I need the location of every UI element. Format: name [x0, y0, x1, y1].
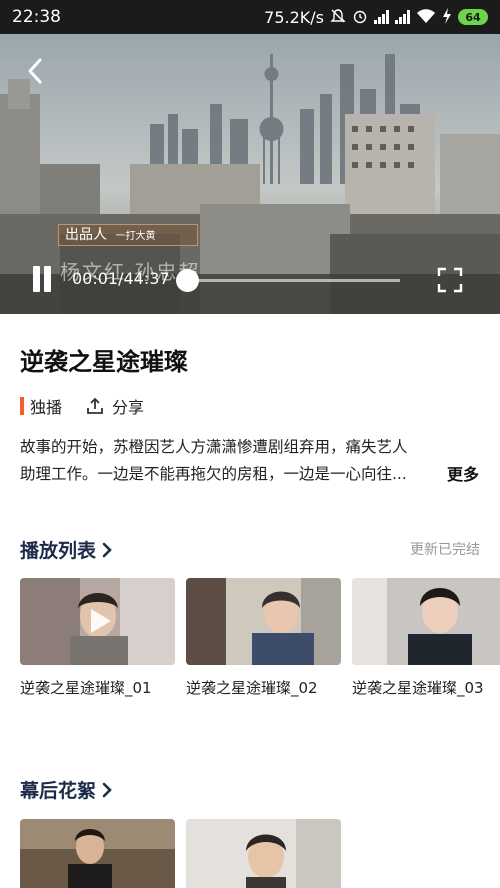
playlist-item[interactable]: 逆袭之星途璀璨_01 [20, 578, 175, 698]
video-caption-small: 一打大黄 [115, 231, 156, 242]
exclusive-tag: 独播 [30, 398, 63, 417]
back-button[interactable] [20, 56, 50, 86]
playlist-row: 逆袭之星途璀璨_01 逆袭之星途璀璨_02 逆袭之星途璀璨_03 [20, 578, 500, 698]
behind-scenes-item[interactable] [186, 819, 341, 888]
playlist-heading[interactable]: 播放列表 [20, 536, 112, 563]
pause-icon-bar [44, 266, 51, 292]
program-title: 逆袭之星途璀璨 [20, 348, 188, 376]
episode-thumbnail [20, 578, 175, 665]
seek-thumb[interactable] [176, 269, 199, 292]
charging-icon [442, 7, 452, 27]
signal-icon-1 [374, 10, 389, 24]
net-speed: 75.2K/s [264, 7, 324, 27]
video-caption: 出品人 [65, 227, 107, 243]
clock: 22:38 [12, 7, 61, 27]
playlist-heading-label: 播放列表 [20, 540, 97, 562]
chevron-left-icon [28, 58, 42, 84]
share-label: 分享 [112, 398, 145, 417]
tag-row: 独播 分享 [20, 394, 144, 418]
behind-scenes-heading[interactable]: 幕后花絮 [20, 776, 112, 803]
playlist-item[interactable]: 逆袭之星途璀璨_03 [352, 578, 500, 698]
battery-indicator: 64 [458, 9, 488, 25]
video-player[interactable]: 出品人 一打大黄 杨文红 孙忠超 00:01/44:37 [0, 34, 500, 314]
player-controls: 00:01/44:37 [0, 260, 500, 300]
description-line: 助理工作。一边是不能再拖欠的房租，一边是一心向往... [20, 465, 407, 483]
description-line: 故事的开始，苏橙因艺人方潇潇惨遭剧组弃用，痛失艺人 [20, 438, 408, 456]
episode-title: 逆袭之星途璀璨_02 [186, 679, 318, 697]
episode-thumbnail [186, 578, 341, 665]
exclusive-marker [20, 397, 24, 415]
playlist-item[interactable]: 逆袭之星途璀璨_02 [186, 578, 341, 698]
behind-scenes-item[interactable] [20, 819, 175, 888]
status-icons: 75.2K/s 64 [264, 7, 488, 27]
seek-track[interactable] [188, 279, 400, 282]
playback-time: 00:01/44:37 [72, 269, 170, 288]
status-bar: 22:38 75.2K/s 64 [0, 0, 500, 34]
episode-title: 逆袭之星途璀璨_03 [352, 679, 484, 697]
alarm-icon [352, 8, 368, 27]
behind-scenes-row [20, 819, 341, 888]
share-icon [87, 397, 103, 414]
mute-icon [330, 8, 346, 27]
episode-thumbnail [352, 578, 500, 665]
video-caption-box: 出品人 一打大黄 [58, 224, 198, 246]
playlist-status: 更新已完结 [410, 542, 480, 558]
pause-icon [33, 266, 40, 292]
play-icon [91, 609, 111, 633]
episode-title: 逆袭之星途璀璨_01 [20, 679, 152, 697]
wifi-icon [416, 8, 436, 27]
chevron-right-icon [102, 542, 112, 557]
pause-button[interactable] [30, 266, 54, 294]
more-button[interactable]: 更多 [447, 461, 479, 485]
chevron-right-icon [102, 782, 112, 797]
clip-thumbnail [20, 819, 175, 888]
program-description: 故事的开始，苏橙因艺人方潇潇惨遭剧组弃用，痛失艺人 助理工作。一边是不能再拖欠的… [20, 434, 435, 488]
fullscreen-button[interactable] [437, 267, 463, 293]
signal-icon-2 [395, 10, 410, 24]
behind-scenes-heading-label: 幕后花絮 [20, 780, 97, 802]
share-button[interactable]: 分享 [86, 394, 144, 418]
fullscreen-icon [437, 267, 463, 293]
clip-thumbnail [186, 819, 341, 888]
